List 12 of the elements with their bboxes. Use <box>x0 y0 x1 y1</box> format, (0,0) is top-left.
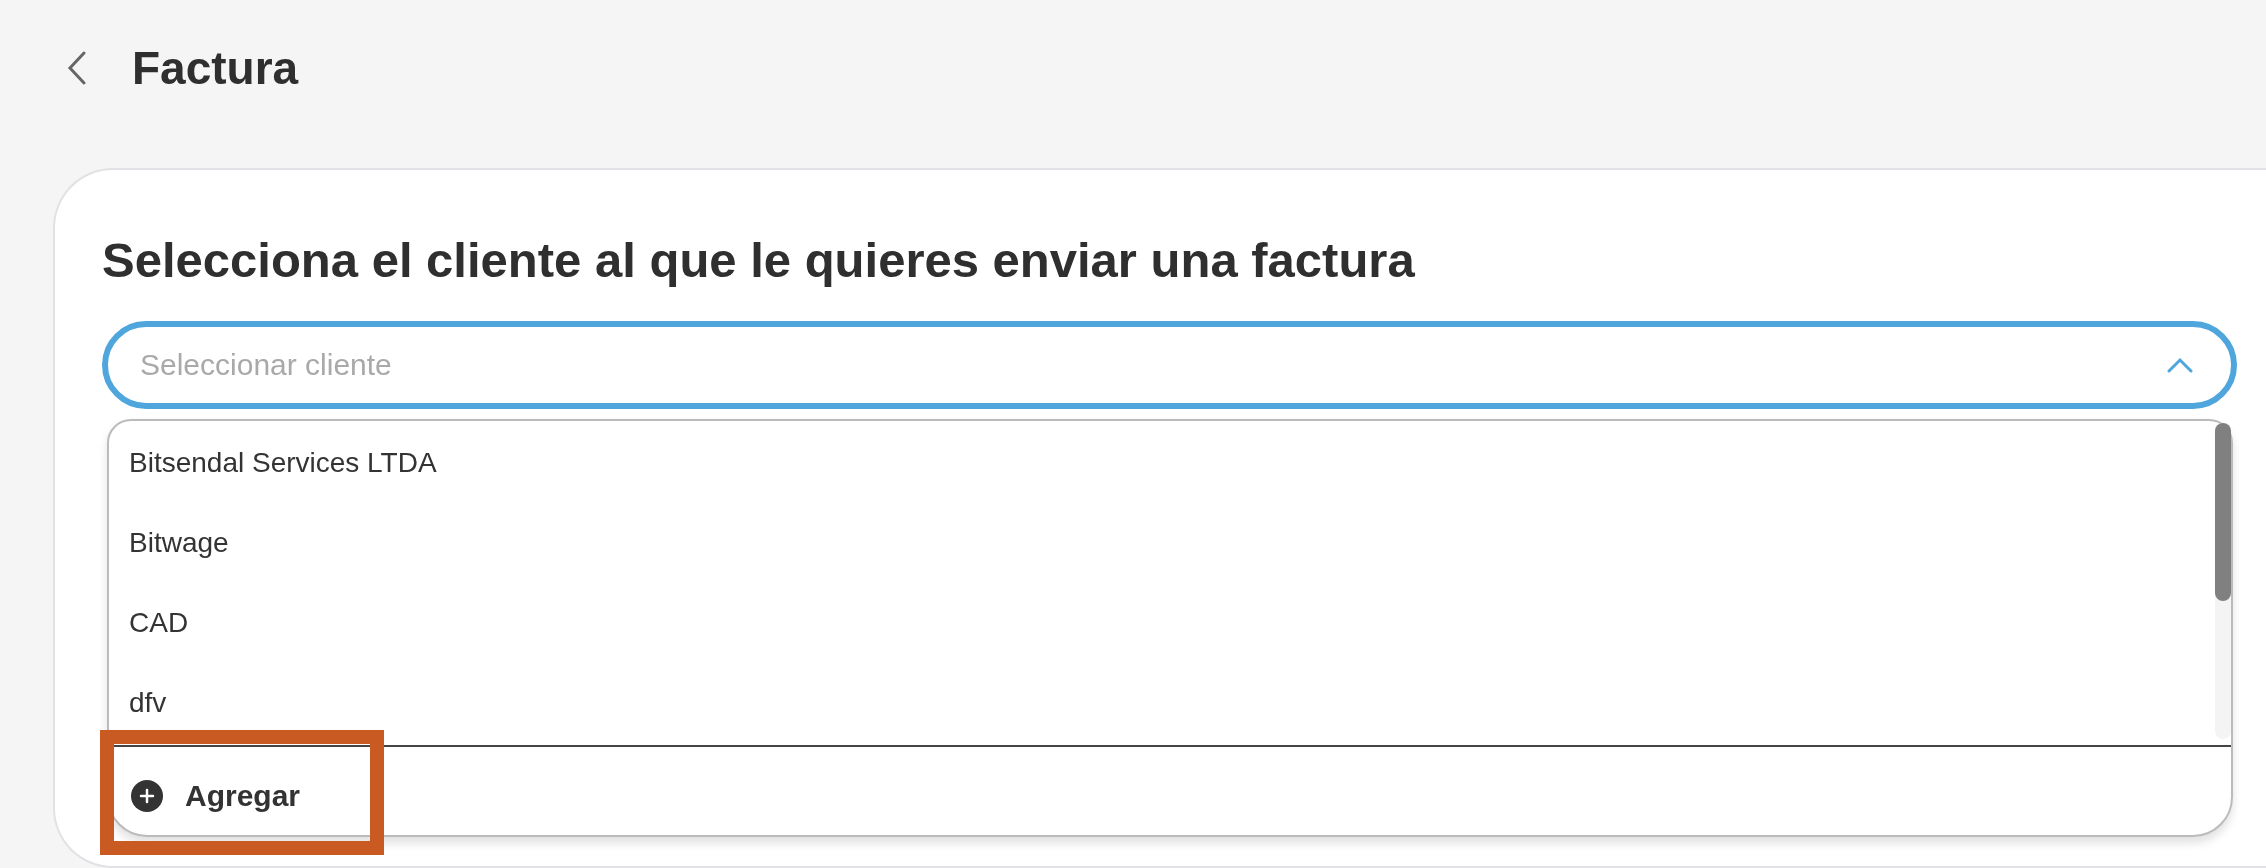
client-option[interactable]: CAD <box>109 583 2189 663</box>
client-option[interactable]: Bitsendal Services LTDA <box>109 423 2189 503</box>
page-title: Factura <box>132 41 299 95</box>
scrollbar[interactable] <box>2215 423 2231 739</box>
client-option[interactable]: Bitwage <box>109 503 2189 583</box>
add-button[interactable]: Agregar <box>131 775 301 817</box>
plus-circle-icon <box>131 780 163 812</box>
section-heading: Selecciona el cliente al que le quieres enviar una factura <box>102 232 1416 288</box>
back-button[interactable] <box>66 51 88 85</box>
chevron-icon <box>2167 357 2193 373</box>
client-option[interactable]: dfv <box>109 663 2189 743</box>
client-select[interactable]: Seleccionar cliente <box>102 321 2237 409</box>
